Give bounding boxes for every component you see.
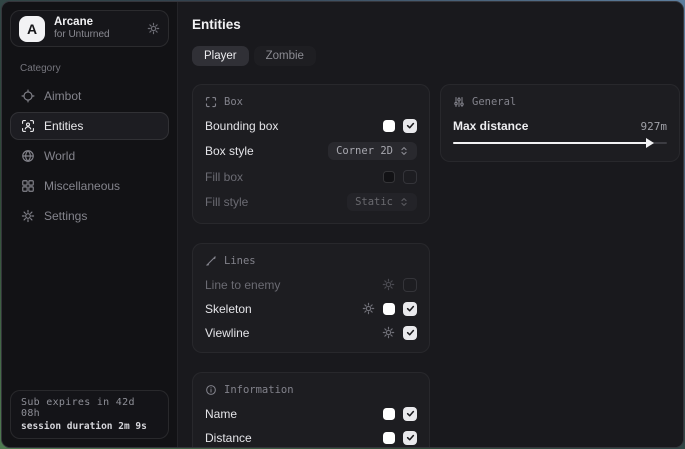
subscription-card: Sub expires in 42d 08h session duration … <box>10 390 169 439</box>
checkbox-unchecked[interactable] <box>403 278 417 292</box>
app-logo: A <box>19 16 45 42</box>
sliders-icon <box>453 96 465 108</box>
sidebar-item-label: Settings <box>44 209 87 223</box>
sidebar: A Arcane for Unturned Category <box>2 2 177 447</box>
gear-icon[interactable] <box>382 326 395 339</box>
slider-handle[interactable] <box>646 138 654 148</box>
brand-gear-icon[interactable] <box>147 22 160 35</box>
setting-row-distance: Distance <box>205 430 417 445</box>
fill-style-dropdown[interactable]: Static <box>347 193 417 211</box>
section-title: Box <box>224 96 243 108</box>
gear-icon <box>21 209 35 223</box>
section-title: General <box>472 96 516 108</box>
max-distance-label: Max distance <box>453 119 528 133</box>
checkbox-checked[interactable] <box>403 407 417 421</box>
setting-label: Fill box <box>205 170 243 184</box>
content-columns: Box Bounding box Box style <box>192 84 669 447</box>
sidebar-nav: Aimbot Entities <box>10 82 169 230</box>
lines-section-header: Lines <box>205 253 417 268</box>
color-swatch[interactable] <box>383 432 395 444</box>
tab-zombie[interactable]: Zombie <box>254 46 316 66</box>
brand-card: A Arcane for Unturned <box>10 10 169 47</box>
section-title: Lines <box>224 255 256 267</box>
slider-fill <box>453 142 651 144</box>
page-title: Entities <box>192 17 669 32</box>
color-swatch[interactable] <box>383 171 395 183</box>
sidebar-item-label: World <box>44 149 75 163</box>
setting-label: Box style <box>205 144 254 158</box>
sidebar-spacer <box>10 230 169 390</box>
checkbox-checked[interactable] <box>403 119 417 133</box>
app-subtitle: for Unturned <box>54 29 138 41</box>
sidebar-item-entities[interactable]: Entities <box>10 112 169 140</box>
setting-label: Line to enemy <box>205 278 280 292</box>
setting-row-line-to-enemy: Line to enemy <box>205 277 417 292</box>
setting-label: Viewline <box>205 326 249 340</box>
setting-row-fill-style: Fill style Static <box>205 193 417 211</box>
crosshair-icon <box>21 89 35 103</box>
checkbox-checked[interactable] <box>403 326 417 340</box>
globe-icon <box>21 149 35 163</box>
grid-icon <box>21 179 35 193</box>
sidebar-item-miscellaneous[interactable]: Miscellaneous <box>10 172 169 200</box>
brand-text: Arcane for Unturned <box>54 16 138 41</box>
color-swatch[interactable] <box>383 303 395 315</box>
setting-row-box-style: Box style Corner 2D <box>205 142 417 160</box>
checkbox-checked[interactable] <box>403 431 417 445</box>
session-duration-text: session duration 2m 9s <box>21 421 158 432</box>
box-section-header: Box <box>205 94 417 109</box>
main-panel: Entities Player Zombie Box <box>177 2 683 447</box>
color-swatch[interactable] <box>383 408 395 420</box>
left-column: Box Bounding box Box style <box>192 84 430 447</box>
sidebar-item-settings[interactable]: Settings <box>10 202 169 230</box>
sub-expiry-text: Sub expires in 42d 08h <box>21 397 158 419</box>
diagonal-line-icon <box>205 255 217 267</box>
checkbox-unchecked[interactable] <box>403 170 417 184</box>
category-label: Category <box>20 63 159 74</box>
sidebar-item-label: Entities <box>44 119 83 133</box>
max-distance-row: Max distance 927m <box>453 119 667 133</box>
section-title: Information <box>224 384 294 396</box>
checkbox-checked[interactable] <box>403 302 417 316</box>
setting-label: Name <box>205 407 237 421</box>
color-swatch[interactable] <box>383 120 395 132</box>
entity-tabs: Player Zombie <box>192 46 669 66</box>
box-style-dropdown[interactable]: Corner 2D <box>328 142 417 160</box>
entities-scan-icon <box>21 119 35 133</box>
info-circle-icon <box>205 384 217 396</box>
gear-icon[interactable] <box>382 278 395 291</box>
sidebar-item-world[interactable]: World <box>10 142 169 170</box>
unfold-icon <box>399 146 409 156</box>
lines-card: Lines Line to enemy Skeleton <box>192 243 430 353</box>
max-distance-value: 927m <box>641 120 668 133</box>
dropdown-value: Static <box>355 196 393 208</box>
max-distance-slider[interactable] <box>453 137 667 149</box>
box-corners-icon <box>205 96 217 108</box>
setting-label: Fill style <box>205 195 248 209</box>
dropdown-value: Corner 2D <box>336 145 393 157</box>
general-section-header: General <box>453 94 667 109</box>
general-card: General Max distance 927m <box>440 84 680 162</box>
setting-label: Distance <box>205 431 252 445</box>
sidebar-item-label: Miscellaneous <box>44 179 120 193</box>
setting-row-skeleton: Skeleton <box>205 301 417 316</box>
unfold-icon <box>399 197 409 207</box>
tab-player[interactable]: Player <box>192 46 249 66</box>
setting-row-name: Name <box>205 406 417 421</box>
setting-label: Bounding box <box>205 119 278 133</box>
app-name: Arcane <box>54 16 138 29</box>
app-window: A Arcane for Unturned Category <box>1 1 684 448</box>
setting-row-viewline: Viewline <box>205 325 417 340</box>
information-card: Information Name Distance <box>192 372 430 447</box>
box-card: Box Bounding box Box style <box>192 84 430 224</box>
setting-row-fill-box: Fill box <box>205 169 417 184</box>
right-column: General Max distance 927m <box>440 84 680 162</box>
gear-icon[interactable] <box>362 302 375 315</box>
information-section-header: Information <box>205 382 417 397</box>
sidebar-item-label: Aimbot <box>44 89 81 103</box>
sidebar-item-aimbot[interactable]: Aimbot <box>10 82 169 110</box>
setting-label: Skeleton <box>205 302 252 316</box>
setting-row-bounding-box: Bounding box <box>205 118 417 133</box>
